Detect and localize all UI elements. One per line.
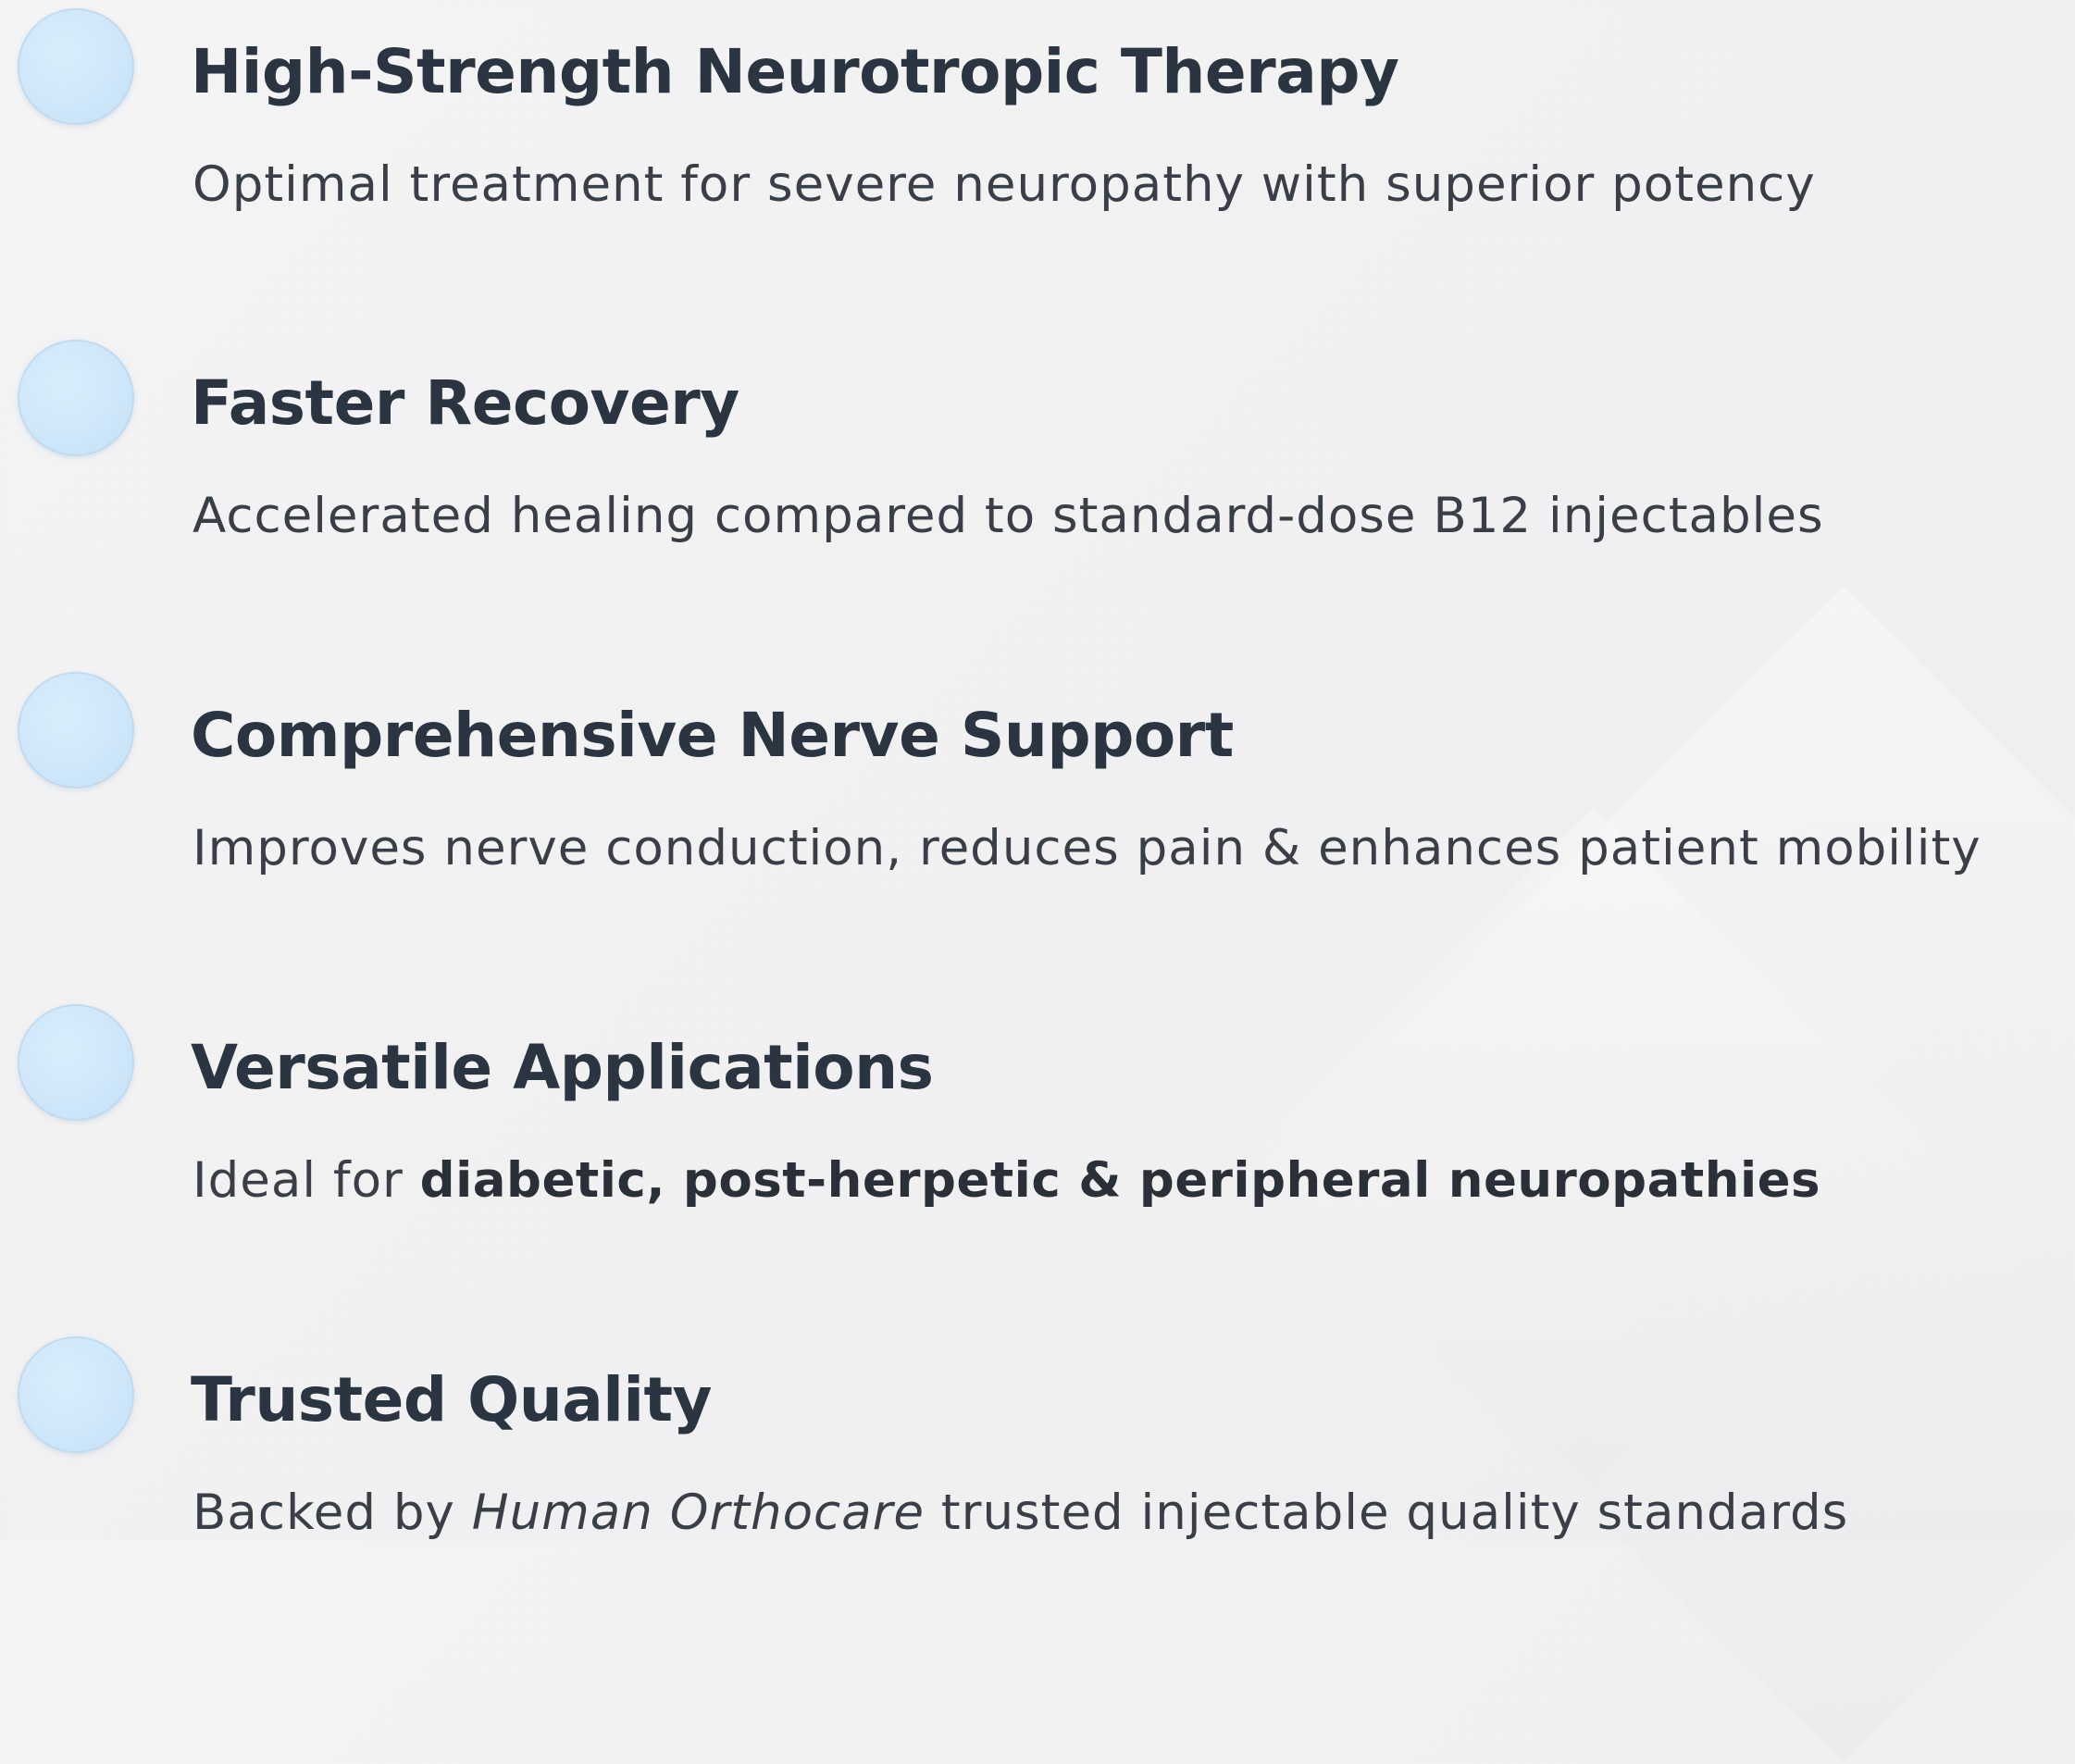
feature-title: High-Strength Neurotropic Therapy xyxy=(191,36,1399,107)
description-emphasis: diabetic, post-herpetic & peripheral neu… xyxy=(419,1152,1821,1209)
feature-description: Optimal treatment for severe neuropathy … xyxy=(193,156,1816,213)
feature-list: High-Strength Neurotropic Therapy Optima… xyxy=(0,0,2075,1541)
circle-bullet-icon xyxy=(18,1004,134,1121)
feature-description: Ideal for diabetic, post-herpetic & peri… xyxy=(193,1139,1820,1223)
circle-bullet-icon xyxy=(18,1336,134,1453)
description-suffix: trusted injectable quality standards xyxy=(925,1484,1849,1541)
feature-item: Faster Recovery Accelerated healing comp… xyxy=(0,331,2075,646)
feature-title: Versatile Applications xyxy=(191,1032,934,1103)
circle-bullet-icon xyxy=(18,8,134,125)
feature-item: Versatile Applications Ideal for diabeti… xyxy=(0,996,2075,1311)
description-prefix: Backed by xyxy=(193,1484,472,1541)
feature-item: Trusted Quality Backed by Human Orthocar… xyxy=(0,1328,2075,1643)
feature-description: Accelerated healing compared to standard… xyxy=(193,488,1824,544)
feature-item: High-Strength Neurotropic Therapy Optima… xyxy=(0,0,2075,315)
brand-name: Human Orthocare xyxy=(471,1484,926,1541)
feature-description: Improves nerve conduction, reduces pain … xyxy=(193,820,1982,876)
circle-bullet-icon xyxy=(18,340,134,456)
feature-description: Backed by Human Orthocare trusted inject… xyxy=(193,1472,1848,1555)
feature-item: Comprehensive Nerve Support Improves ner… xyxy=(0,664,2075,978)
description-prefix: Ideal for xyxy=(193,1152,420,1209)
feature-title: Trusted Quality xyxy=(191,1364,713,1435)
feature-title: Comprehensive Nerve Support xyxy=(191,700,1234,771)
circle-bullet-icon xyxy=(18,672,134,789)
feature-title: Faster Recovery xyxy=(191,367,739,439)
